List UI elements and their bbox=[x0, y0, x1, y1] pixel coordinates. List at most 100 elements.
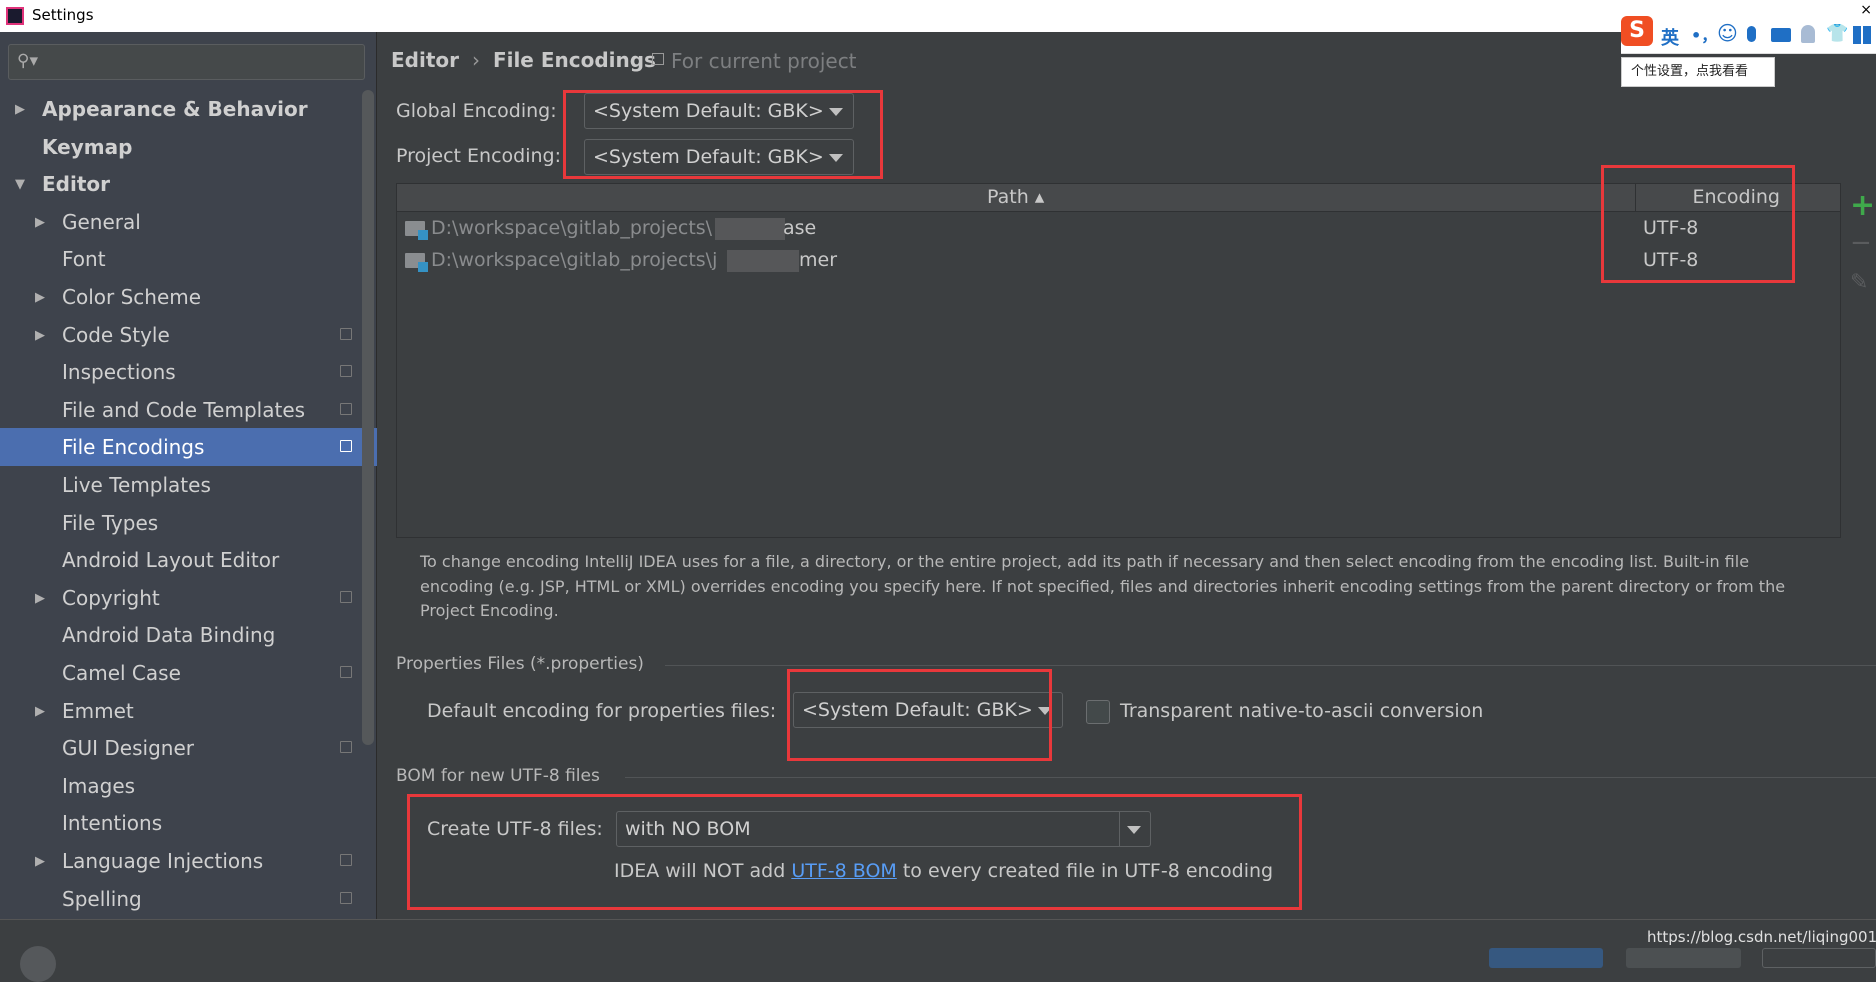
sidebar-item-label: Android Data Binding bbox=[62, 623, 276, 648]
user-icon[interactable] bbox=[1801, 25, 1815, 43]
collapsed-arrow-icon[interactable]: ▶ bbox=[35, 843, 45, 881]
sidebar-item-appearance-behavior[interactable]: ▶ Appearance & Behavior bbox=[0, 90, 377, 128]
intellij-app-icon bbox=[6, 7, 24, 25]
project-scope-icon bbox=[340, 402, 352, 415]
redacted bbox=[727, 250, 799, 272]
sidebar-item-editor[interactable]: ▼ Editor bbox=[0, 165, 377, 203]
project-scope-icon bbox=[340, 327, 352, 340]
project-scope-icon bbox=[340, 590, 352, 603]
microphone-icon[interactable] bbox=[1747, 26, 1756, 42]
encoding-description: To change encoding IntelliJ IDEA uses fo… bbox=[420, 552, 1786, 620]
sidebar-item-label: Language Injections bbox=[62, 849, 264, 873]
ime-language-toggle[interactable]: 英 bbox=[1661, 24, 1679, 50]
highlight-box bbox=[1601, 165, 1795, 283]
sidebar-item-label: Images bbox=[62, 773, 136, 798]
expanded-arrow-icon[interactable]: ▼ bbox=[15, 166, 25, 204]
ime-toolbar: S 英 •， ☺ 👕 bbox=[1621, 16, 1876, 54]
sidebar-item-label: Editor bbox=[42, 172, 110, 197]
properties-section-title: Properties Files (*.properties) bbox=[396, 654, 644, 674]
toolbox-grid-icon[interactable] bbox=[1853, 26, 1871, 44]
sidebar-item-inspections[interactable]: Inspections bbox=[0, 353, 377, 391]
row-path: D:\workspace\gitlab_projects\j bbox=[431, 249, 718, 271]
sidebar-item-label: Emmet bbox=[62, 698, 134, 723]
collapsed-arrow-icon[interactable]: ▶ bbox=[35, 204, 45, 242]
collapsed-arrow-icon[interactable]: ▶ bbox=[35, 580, 45, 618]
breadcrumb-separator: › bbox=[471, 48, 480, 72]
sidebar-item-copyright[interactable]: ▶ Copyright bbox=[0, 579, 377, 617]
native-to-ascii-checkbox[interactable] bbox=[1086, 700, 1110, 724]
sidebar-item-intentions[interactable]: Intentions bbox=[0, 804, 377, 842]
search-icon: ⚲▾ bbox=[17, 51, 38, 71]
cancel-button[interactable] bbox=[1626, 948, 1741, 968]
sidebar-item-keymap[interactable]: Keymap bbox=[0, 128, 377, 166]
window-title: Settings bbox=[32, 6, 94, 24]
breadcrumb-current: File Encodings bbox=[492, 48, 656, 72]
project-scope-icon bbox=[652, 53, 664, 65]
ime-tooltip: 个性设置，点我看看 bbox=[1621, 57, 1775, 87]
redacted bbox=[715, 218, 785, 240]
sidebar-item-images[interactable]: Images bbox=[0, 767, 377, 805]
sidebar-item-file-types[interactable]: File Types bbox=[0, 504, 377, 542]
project-scope-icon bbox=[340, 666, 352, 678]
sidebar-item-android-layout-editor[interactable]: Android Layout Editor bbox=[0, 541, 377, 579]
collapsed-arrow-icon[interactable]: ▶ bbox=[35, 317, 45, 355]
emoji-icon[interactable]: ☺ bbox=[1717, 21, 1738, 45]
remove-icon[interactable]: − bbox=[1850, 228, 1872, 258]
sidebar-item-label: Camel Case bbox=[62, 661, 181, 685]
global-encoding-label: Global Encoding: bbox=[396, 100, 557, 122]
settings-search-input[interactable]: ⚲▾ bbox=[8, 44, 365, 80]
project-encoding-label: Project Encoding: bbox=[396, 145, 562, 167]
add-icon[interactable]: + bbox=[1850, 188, 1875, 223]
help-icon[interactable] bbox=[20, 946, 56, 982]
sidebar-item-file-encodings[interactable]: File Encodings bbox=[0, 428, 377, 467]
ime-punct-toggle[interactable]: •， bbox=[1691, 22, 1717, 46]
project-scope-icon bbox=[340, 891, 352, 904]
sidebar-item-label: Copyright bbox=[62, 585, 160, 610]
collapsed-arrow-icon[interactable]: ▶ bbox=[35, 693, 45, 731]
breadcrumb-parent[interactable]: Editor bbox=[391, 48, 459, 72]
sidebar-item-label: Font bbox=[62, 247, 106, 272]
module-folder-icon bbox=[405, 253, 428, 272]
collapsed-arrow-icon[interactable]: ▶ bbox=[15, 91, 25, 129]
sidebar-item-spelling[interactable]: Spelling bbox=[0, 880, 377, 918]
sidebar-scrollbar[interactable] bbox=[362, 90, 374, 745]
bom-section-title: BOM for new UTF-8 files bbox=[396, 766, 600, 786]
breadcrumb: Editor › File Encodings bbox=[391, 48, 656, 72]
edit-icon[interactable]: ✎ bbox=[1850, 270, 1868, 295]
sidebar-item-font[interactable]: Font bbox=[0, 240, 377, 278]
watermark: https://blog.csdn.net/liqing0013 bbox=[1647, 928, 1876, 946]
sidebar-item-label: File and Code Templates bbox=[62, 397, 306, 422]
project-scope-icon bbox=[340, 741, 352, 754]
sidebar-item-label: Keymap bbox=[42, 134, 133, 159]
row-path: D:\workspace\gitlab_projects\ bbox=[431, 217, 713, 239]
sidebar-item-android-data-binding[interactable]: Android Data Binding bbox=[0, 616, 377, 654]
dialog-footer: https://blog.csdn.net/liqing0013 bbox=[0, 919, 1876, 982]
row-path-end: mer bbox=[799, 249, 838, 271]
sidebar-item-label: Color Scheme bbox=[62, 285, 202, 309]
sidebar-item-label: General bbox=[62, 209, 141, 234]
sidebar-item-camel-case[interactable]: Camel Case bbox=[0, 654, 377, 692]
sidebar-item-color-scheme[interactable]: ▶ Color Scheme bbox=[0, 278, 377, 316]
highlight-box bbox=[563, 90, 883, 179]
close-icon[interactable]: × bbox=[1860, 2, 1872, 18]
native-to-ascii-label[interactable]: Transparent native-to-ascii conversion bbox=[1120, 700, 1483, 722]
collapsed-arrow-icon[interactable]: ▶ bbox=[35, 279, 45, 317]
sidebar-item-emmet[interactable]: ▶ Emmet bbox=[0, 692, 377, 730]
sogou-logo-icon[interactable]: S bbox=[1621, 16, 1653, 46]
sidebar-item-label: Live Templates bbox=[62, 473, 211, 497]
sidebar-item-live-templates[interactable]: Live Templates bbox=[0, 466, 377, 504]
sidebar-item-gui-designer[interactable]: GUI Designer bbox=[0, 729, 377, 767]
row-path-end: ase bbox=[783, 217, 817, 239]
skin-shirt-icon[interactable]: 👕 bbox=[1826, 23, 1848, 44]
ok-button[interactable] bbox=[1489, 948, 1603, 968]
apply-button[interactable] bbox=[1762, 948, 1876, 968]
sidebar-item-code-style[interactable]: ▶ Code Style bbox=[0, 316, 377, 354]
sidebar-item-general[interactable]: ▶ General bbox=[0, 203, 377, 241]
sidebar-item-language-injections[interactable]: ▶ Language Injections bbox=[0, 842, 377, 880]
sidebar-item-label: Inspections bbox=[62, 360, 176, 385]
keyboard-icon[interactable] bbox=[1771, 28, 1791, 42]
column-header-path[interactable]: Path ▴ bbox=[987, 186, 1044, 208]
properties-encoding-label: Default encoding for properties files: bbox=[427, 700, 777, 722]
sidebar-item-label: File Types bbox=[62, 510, 159, 535]
sidebar-item-file-and-code-templates[interactable]: File and Code Templates bbox=[0, 391, 377, 429]
